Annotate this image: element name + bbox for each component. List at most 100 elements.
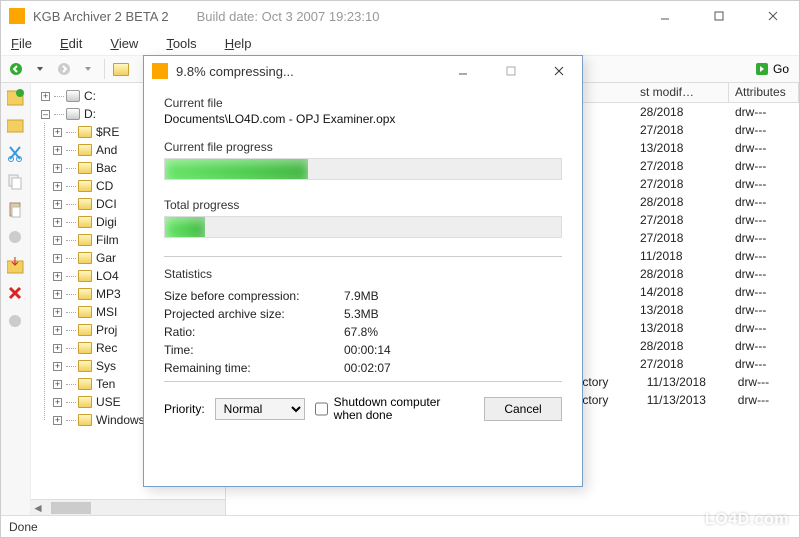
delete-icon[interactable] bbox=[7, 285, 25, 303]
menu-tools[interactable]: Tools bbox=[166, 36, 196, 51]
title-bar: KGB Archiver 2 BETA 2 Build date: Oct 3 … bbox=[1, 1, 799, 31]
main-window: KGB Archiver 2 BETA 2 Build date: Oct 3 … bbox=[0, 0, 800, 538]
cell-modified: 13/2018 bbox=[634, 321, 729, 335]
refresh-icon[interactable] bbox=[7, 313, 25, 331]
expand-icon[interactable]: + bbox=[53, 416, 62, 425]
properties-icon[interactable] bbox=[7, 229, 25, 247]
current-progress-bar bbox=[164, 158, 562, 180]
expand-icon[interactable]: + bbox=[53, 380, 62, 389]
cell-attr: drw--- bbox=[729, 339, 799, 353]
tree-label: Gar bbox=[96, 251, 116, 265]
expand-icon[interactable]: + bbox=[53, 362, 62, 371]
stats-row: Time:00:00:14 bbox=[164, 343, 562, 357]
forward-button[interactable] bbox=[53, 58, 75, 80]
folder-icon bbox=[78, 180, 92, 192]
dialog-maximize-button[interactable] bbox=[496, 60, 526, 82]
folder-icon bbox=[78, 396, 92, 408]
menu-help[interactable]: Help bbox=[225, 36, 252, 51]
back-button[interactable] bbox=[5, 58, 27, 80]
expand-icon[interactable]: + bbox=[53, 272, 62, 281]
tree-label: USE bbox=[96, 395, 121, 409]
cell-attr: drw--- bbox=[729, 105, 799, 119]
tree-label: Film bbox=[96, 233, 119, 247]
collapse-icon[interactable]: – bbox=[41, 110, 50, 119]
extract-icon[interactable] bbox=[7, 257, 25, 275]
menu-bar: File Edit View Tools Help bbox=[1, 31, 799, 55]
folder-icon bbox=[78, 378, 92, 390]
expand-icon[interactable]: + bbox=[53, 146, 62, 155]
expand-icon[interactable]: + bbox=[53, 398, 62, 407]
tree-label: Proj bbox=[96, 323, 117, 337]
tree-label: And bbox=[96, 143, 117, 157]
folder-icon bbox=[78, 216, 92, 228]
open-icon[interactable] bbox=[7, 117, 25, 135]
separator bbox=[164, 256, 562, 257]
maximize-button[interactable] bbox=[701, 4, 737, 28]
expand-icon[interactable]: + bbox=[53, 254, 62, 263]
cell-attr: drw--- bbox=[729, 213, 799, 227]
cell-modified: 11/13/2013 bbox=[641, 393, 732, 407]
close-button[interactable] bbox=[755, 4, 791, 28]
menu-view[interactable]: View bbox=[110, 36, 138, 51]
priority-select[interactable]: Normal bbox=[215, 398, 305, 420]
current-file-value: Documents\LO4D.com - OPJ Examiner.opx bbox=[164, 112, 562, 126]
cut-icon[interactable] bbox=[7, 145, 25, 163]
separator bbox=[164, 381, 562, 382]
tree-scrollbar-horizontal[interactable]: ◄ bbox=[31, 499, 225, 515]
cell-modified: 28/2018 bbox=[634, 267, 729, 281]
folder-icon bbox=[78, 324, 92, 336]
expand-icon[interactable]: + bbox=[53, 128, 62, 137]
cell-attr: drw--- bbox=[729, 159, 799, 173]
shutdown-checkbox[interactable]: Shutdown computer when done bbox=[315, 396, 445, 422]
expand-icon[interactable]: + bbox=[53, 218, 62, 227]
stats-row: Projected archive size:5.3MB bbox=[164, 307, 562, 321]
go-arrow-icon bbox=[755, 62, 769, 76]
menu-file[interactable]: File bbox=[11, 36, 32, 51]
cell-attr: drw--- bbox=[729, 267, 799, 281]
col-modified[interactable]: st modif… bbox=[634, 83, 729, 102]
cell-attr: drw--- bbox=[729, 177, 799, 191]
statistics-label: Statistics bbox=[164, 267, 562, 281]
cancel-button[interactable]: Cancel bbox=[484, 397, 562, 421]
open-folder-icon[interactable] bbox=[110, 58, 132, 80]
new-archive-icon[interactable] bbox=[7, 89, 25, 107]
col-attributes[interactable]: Attributes bbox=[729, 83, 799, 102]
expand-icon[interactable]: + bbox=[53, 326, 62, 335]
expand-icon[interactable]: + bbox=[53, 344, 62, 353]
go-button[interactable]: Go bbox=[749, 62, 795, 76]
app-icon bbox=[9, 8, 25, 24]
stats-value: 5.3MB bbox=[344, 307, 379, 321]
dialog-title-bar[interactable]: 9.8% compressing... bbox=[144, 56, 582, 86]
dialog-footer: Priority: Normal Shutdown computer when … bbox=[164, 396, 562, 422]
folder-icon bbox=[78, 198, 92, 210]
copy-icon[interactable] bbox=[7, 173, 25, 191]
cell-modified: 27/2018 bbox=[634, 159, 729, 173]
expand-icon[interactable]: + bbox=[53, 164, 62, 173]
minimize-button[interactable] bbox=[647, 4, 683, 28]
folder-icon bbox=[78, 126, 92, 138]
expand-icon[interactable]: + bbox=[53, 236, 62, 245]
expand-icon[interactable]: + bbox=[53, 200, 62, 209]
expand-icon[interactable]: + bbox=[41, 92, 50, 101]
cell-attr: drw--- bbox=[732, 393, 799, 407]
expand-icon[interactable]: + bbox=[53, 182, 62, 191]
cell-attr: drw--- bbox=[729, 321, 799, 335]
app-title: KGB Archiver 2 BETA 2 bbox=[33, 9, 169, 24]
back-dropdown-icon[interactable] bbox=[29, 58, 51, 80]
folder-icon bbox=[78, 288, 92, 300]
expand-icon[interactable]: + bbox=[53, 308, 62, 317]
folder-icon bbox=[78, 342, 92, 354]
dialog-close-button[interactable] bbox=[544, 60, 574, 82]
cell-modified: 27/2018 bbox=[634, 357, 729, 371]
paste-icon[interactable] bbox=[7, 201, 25, 219]
menu-edit[interactable]: Edit bbox=[60, 36, 82, 51]
drive-icon bbox=[66, 108, 80, 120]
expand-icon[interactable]: + bbox=[53, 290, 62, 299]
cell-modified: 27/2018 bbox=[634, 231, 729, 245]
go-label: Go bbox=[773, 62, 789, 76]
shutdown-label: Shutdown computer when done bbox=[334, 396, 445, 422]
shutdown-checkbox-input[interactable] bbox=[315, 402, 328, 416]
cell-attr: drw--- bbox=[729, 357, 799, 371]
forward-dropdown-icon[interactable] bbox=[77, 58, 99, 80]
dialog-minimize-button[interactable] bbox=[448, 60, 478, 82]
